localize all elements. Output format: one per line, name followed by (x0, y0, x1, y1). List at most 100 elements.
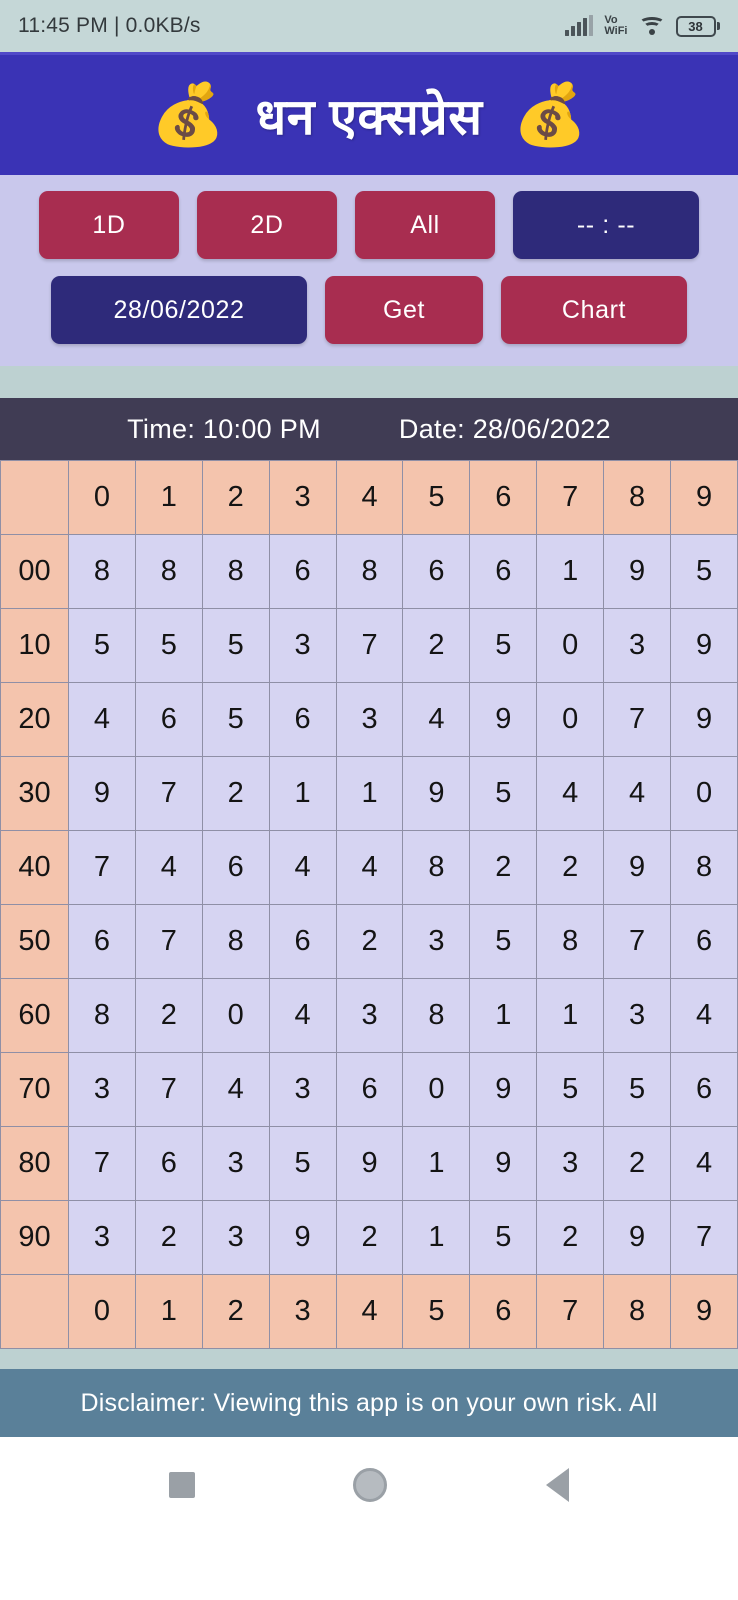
chart-row-label-40: 40 (0, 830, 69, 905)
chart-cell: 1 (335, 756, 404, 831)
chart-cell: 6 (670, 904, 738, 979)
get-button[interactable]: Get (325, 276, 483, 344)
chart-column-header-8: 8 (603, 460, 672, 535)
chart-cell: 1 (536, 978, 605, 1053)
chart-cell: 4 (536, 756, 605, 831)
chart-cell: 6 (68, 904, 136, 979)
chart-cell: 3 (603, 978, 672, 1053)
chart-cell: 0 (201, 978, 270, 1053)
chart-header-row: 0123456789 (0, 460, 738, 535)
chart-corner-cell (0, 460, 69, 535)
chart-cell: 7 (603, 904, 672, 979)
filter-1d-button[interactable]: 1D (39, 191, 179, 259)
chart-cell: 2 (402, 608, 471, 683)
chart-column-header-6: 6 (469, 460, 538, 535)
chart-cell: 2 (603, 1126, 672, 1201)
panel-spacer-top (0, 366, 738, 398)
chart-column-header-4: 4 (335, 460, 404, 535)
chart-cell: 5 (268, 1126, 337, 1201)
filter-2d-button[interactable]: 2D (197, 191, 337, 259)
triangle-back-icon[interactable] (545, 1467, 569, 1502)
chart-row: 50 6 7 8 6 2 3 5 8 7 6 (0, 904, 738, 979)
chart-row: 70 3 7 4 3 6 0 9 5 5 6 (0, 1052, 738, 1127)
controls-row-2: 28/06/2022 Get Chart (0, 276, 738, 344)
chart-cell: 2 (536, 1200, 605, 1275)
chart-footer-corner-cell (0, 1274, 69, 1349)
chart-cell: 3 (268, 608, 337, 683)
chart-cell: 6 (335, 1052, 404, 1127)
chart-cell: 4 (402, 682, 471, 757)
chart-cell: 4 (603, 756, 672, 831)
page-title: धन एक्सप्रेस (255, 89, 483, 145)
chart-column-header-1: 1 (134, 460, 203, 535)
chart-cell: 9 (670, 682, 738, 757)
chart-cell: 2 (469, 830, 538, 905)
chart-footer-header-8: 8 (603, 1274, 672, 1349)
chart-row: 30 9 7 2 1 1 9 5 4 4 0 (0, 756, 738, 831)
chart-cell: 4 (68, 682, 136, 757)
disclaimer-text: Disclaimer: Viewing this app is on your … (80, 1388, 658, 1417)
chart-cell: 8 (670, 830, 738, 905)
chart-cell: 4 (201, 1052, 270, 1127)
chart-cell: 8 (68, 978, 136, 1053)
chart-cell: 8 (536, 904, 605, 979)
chart-cell: 2 (201, 756, 270, 831)
chart-cell: 2 (536, 830, 605, 905)
chart-cell: 4 (670, 1126, 738, 1201)
status-time-network: 11:45 PM | 0.0KB/s (18, 14, 201, 37)
chart-cell: 1 (402, 1200, 471, 1275)
time-picker-button[interactable]: -- : -- (513, 191, 699, 259)
wifi-icon (638, 16, 665, 36)
circle-home-icon[interactable] (353, 1467, 388, 1502)
chart-cell: 3 (335, 682, 404, 757)
chart-cell: 6 (268, 904, 337, 979)
chart-footer-header-1: 1 (134, 1274, 203, 1349)
chart-cell: 4 (670, 978, 738, 1053)
chart-cell: 5 (670, 534, 738, 609)
chart-footer-header-6: 6 (469, 1274, 538, 1349)
chart-cell: 0 (670, 756, 738, 831)
chart-cell: 1 (536, 534, 605, 609)
chart-button[interactable]: Chart (501, 276, 687, 344)
chart-cell: 1 (268, 756, 337, 831)
chart-cell: 5 (469, 608, 538, 683)
chart-cell: 9 (335, 1126, 404, 1201)
battery-level: 38 (675, 15, 716, 37)
chart-cell: 8 (68, 534, 136, 609)
result-header-bar: Time: 10:00 PM Date: 28/06/2022 (0, 398, 738, 460)
date-picker-button[interactable]: 28/06/2022 (51, 276, 307, 344)
chart-cell: 0 (536, 608, 605, 683)
chart-cell: 9 (402, 756, 471, 831)
chart-cell: 6 (268, 534, 337, 609)
chart-cell: 3 (268, 1052, 337, 1127)
chart-cell: 3 (603, 608, 672, 683)
chart-row-label-20: 20 (0, 682, 69, 757)
filter-all-button[interactable]: All (355, 191, 495, 259)
square-recents-icon[interactable] (169, 1471, 196, 1498)
chart-row-label-70: 70 (0, 1052, 69, 1127)
battery-icon: 38 (675, 15, 720, 37)
chart-cell: 9 (469, 1052, 538, 1127)
chart-row: 90 3 2 3 9 2 1 5 2 9 7 (0, 1200, 738, 1275)
chart-footer-header-3: 3 (268, 1274, 337, 1349)
chart-cell: 6 (670, 1052, 738, 1127)
jodi-chart-table: 0 1 2 3 4 5 6 7 8 9 00 8 8 8 6 8 6 6 1 9 5 10 5 5 5 3 7 2 5 0 3 9 20 4 6 5 6… (0, 460, 738, 1349)
chart-cell: 8 (134, 534, 203, 609)
chart-cell: 2 (134, 1200, 203, 1275)
chart-cell: 6 (268, 682, 337, 757)
chart-row: 80 7 6 3 5 9 1 9 3 2 4 (0, 1126, 738, 1201)
chart-cell: 3 (335, 978, 404, 1053)
chart-column-header-3: 3 (268, 460, 337, 535)
chart-column-header-9: 9 (670, 460, 738, 535)
controls-row-1: 1D 2D All -- : -- (0, 191, 738, 259)
chart-cell: 3 (201, 1200, 270, 1275)
chart-cell: 3 (201, 1126, 270, 1201)
chart-cell: 7 (134, 904, 203, 979)
chart-cell: 1 (469, 978, 538, 1053)
disclaimer-banner: Disclaimer: Viewing this app is on your … (0, 1369, 738, 1437)
chart-footer-header-5: 5 (402, 1274, 471, 1349)
status-bar: 11:45 PM | 0.0KB/s Vo WiFi 38 (0, 0, 738, 52)
chart-cell: 9 (469, 1126, 538, 1201)
chart-cell: 6 (402, 534, 471, 609)
chart-cell: 7 (68, 830, 136, 905)
